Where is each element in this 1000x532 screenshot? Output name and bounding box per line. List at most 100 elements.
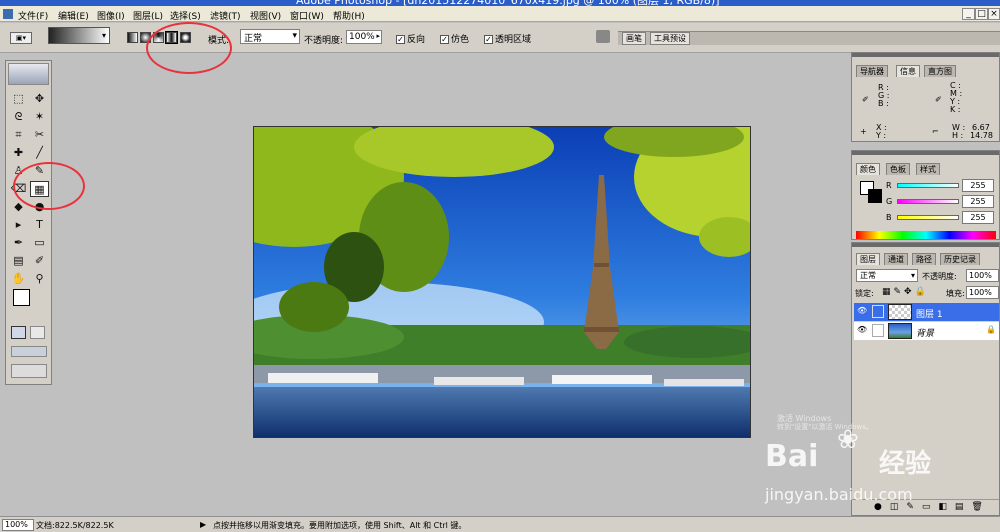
zoom-tool-icon[interactable]: ⚲ — [30, 271, 49, 287]
menu-help[interactable]: 帮助(H) — [333, 9, 365, 22]
brush-link-icon[interactable] — [872, 305, 884, 318]
foreground-color-swatch[interactable] — [13, 289, 30, 306]
g-channel-label: G — [886, 197, 893, 206]
close-button[interactable]: × — [988, 8, 1000, 20]
notes-tool-icon[interactable]: ▤ — [9, 253, 28, 269]
tab-styles[interactable]: 样式 — [916, 163, 940, 175]
annotation-circle — [146, 22, 232, 74]
opacity-label: 不透明度: — [304, 36, 344, 46]
screen-mode-buttons[interactable] — [11, 346, 47, 357]
transparency-checkbox[interactable]: ✓ 透明区域 — [484, 32, 531, 45]
r-channel-input[interactable]: 255 — [962, 179, 994, 192]
magic-wand-tool-icon[interactable]: ✶ — [30, 109, 49, 125]
layer-opacity-input[interactable]: 100% — [966, 269, 999, 282]
layer-thumbnail — [888, 323, 912, 339]
b-channel-slider[interactable] — [897, 215, 959, 220]
shape-tool-icon[interactable]: ▭ — [30, 235, 49, 251]
tab-brushes[interactable]: 画笔 — [622, 32, 646, 45]
toolbox: ⬚ ✥ ᘓ ✶ ⌗ ✂ ✚ ╱ ♙ ✎ ⌫ ▦ ◆ ● ▸ T ✒ ▭ ▤ ✐ ✋ ⚲ — [5, 60, 52, 385]
menu-image[interactable]: 图像(I) — [97, 9, 125, 22]
tab-navigator[interactable]: 导航器 — [856, 65, 888, 77]
check-icon: ✓ — [396, 35, 405, 44]
marquee-tool-icon[interactable]: ⬚ — [9, 91, 28, 107]
mode-select[interactable]: 正常 ▾ — [240, 29, 300, 44]
file-browser-icon[interactable] — [596, 30, 610, 43]
pen-tool-icon[interactable]: ✒ — [9, 235, 28, 251]
panel-gripper[interactable] — [852, 243, 999, 247]
menu-filter[interactable]: 滤镜(T) — [210, 9, 241, 22]
menu-bar: 文件(F) 编辑(E) 图像(I) 图层(L) 选择(S) 滤镜(T) 视图(V… — [0, 6, 1000, 22]
tab-histogram[interactable]: 直方图 — [924, 65, 956, 77]
linear-gradient-button[interactable] — [127, 32, 138, 43]
eye-icon[interactable]: 👁 — [857, 325, 867, 334]
layer-opacity-label: 不透明度: — [922, 272, 957, 281]
layer-row[interactable]: 👁 图层 1 — [854, 303, 999, 321]
menu-edit[interactable]: 编辑(E) — [58, 9, 89, 22]
brush-tool-icon[interactable]: ╱ — [30, 145, 49, 161]
zoom-input[interactable]: 100% — [2, 519, 34, 531]
color-ramp[interactable] — [856, 231, 996, 239]
hand-tool-icon[interactable]: ✋ — [9, 271, 28, 287]
fill-input[interactable]: 100% — [966, 286, 999, 299]
panel-gripper[interactable] — [852, 151, 999, 155]
menu-layer[interactable]: 图层(L) — [133, 9, 163, 22]
standard-mode-button[interactable] — [11, 326, 26, 339]
tab-color[interactable]: 颜色 — [856, 163, 880, 175]
crop-tool-icon[interactable]: ⌗ — [9, 127, 28, 143]
status-bar: 100% 文档:822.5K/822.5K ▶ 点按并拖移以用渐变填充。要用附加… — [0, 516, 1000, 532]
tab-history[interactable]: 历史记录 — [940, 253, 980, 265]
r-channel-slider[interactable] — [897, 183, 959, 188]
gradient-picker[interactable] — [48, 27, 110, 44]
layer-name[interactable]: 背景 — [916, 326, 934, 339]
blend-mode-select[interactable]: 正常 ▾ — [856, 269, 918, 282]
maximize-button[interactable]: □ — [975, 8, 988, 20]
dither-checkbox[interactable]: ✓ 仿色 — [440, 32, 469, 45]
minimize-button[interactable]: _ — [962, 8, 975, 20]
menu-select[interactable]: 选择(S) — [170, 9, 201, 22]
layer-name[interactable]: 图层 1 — [916, 307, 943, 320]
type-tool-icon[interactable]: T — [30, 217, 49, 233]
adobe-logo — [8, 63, 49, 85]
lasso-tool-icon[interactable]: ᘓ — [9, 109, 28, 125]
tool-preset-picker[interactable]: ▣▾ — [10, 32, 32, 44]
healing-brush-tool-icon[interactable]: ✚ — [9, 145, 28, 161]
layer-row[interactable]: 👁 背景 🔒 — [854, 322, 999, 340]
g-channel-slider[interactable] — [897, 199, 959, 204]
menu-view[interactable]: 视图(V) — [250, 9, 281, 22]
link-box[interactable] — [872, 324, 884, 337]
slice-tool-icon[interactable]: ✂ — [30, 127, 49, 143]
fill-label: 填充: — [946, 289, 965, 298]
play-icon[interactable]: ▶ — [200, 520, 206, 529]
tab-paths[interactable]: 路径 — [912, 253, 936, 265]
check-icon: ✓ — [484, 35, 493, 44]
eyedropper-icon: ✐ — [862, 95, 869, 104]
jump-to-imageready-button[interactable] — [11, 364, 47, 378]
eye-icon[interactable]: 👁 — [857, 306, 867, 315]
tab-channels[interactable]: 通道 — [884, 253, 908, 265]
tab-swatches[interactable]: 色板 — [886, 163, 910, 175]
chevron-down-icon[interactable]: ▾ — [102, 31, 106, 40]
path-selection-tool-icon[interactable]: ▸ — [9, 217, 28, 233]
reverse-checkbox[interactable]: ✓ 反向 — [396, 32, 425, 45]
g-channel-input[interactable]: 255 — [962, 195, 994, 208]
tab-info[interactable]: 信息 — [896, 65, 920, 77]
move-tool-icon[interactable]: ✥ — [30, 91, 49, 107]
tab-tool-presets[interactable]: 工具预设 — [650, 32, 690, 45]
background-color-swatch[interactable] — [868, 189, 882, 203]
panel-gripper[interactable] — [852, 53, 999, 57]
menu-file[interactable]: 文件(F) — [18, 9, 48, 22]
k-label: K : — [950, 105, 961, 114]
quick-mask-button[interactable] — [30, 326, 45, 339]
watermark-url: jingyan.baidu.com — [765, 485, 913, 504]
document-canvas[interactable] — [253, 126, 751, 438]
b-channel-input[interactable]: 255 — [962, 211, 994, 224]
check-icon: ✓ — [440, 35, 449, 44]
opacity-input[interactable]: 100% ▸ — [346, 30, 382, 44]
menu-window[interactable]: 窗口(W) — [290, 9, 324, 22]
baidu-wordmark: Bai — [765, 439, 819, 474]
eyedropper-icon: ✐ — [935, 95, 942, 104]
lock-icons[interactable]: ▦✎✥🔒 — [882, 287, 929, 297]
eyedropper-tool-icon[interactable]: ✐ — [30, 253, 49, 269]
annotation-circle — [13, 162, 85, 210]
tab-layers[interactable]: 图层 — [856, 253, 880, 265]
